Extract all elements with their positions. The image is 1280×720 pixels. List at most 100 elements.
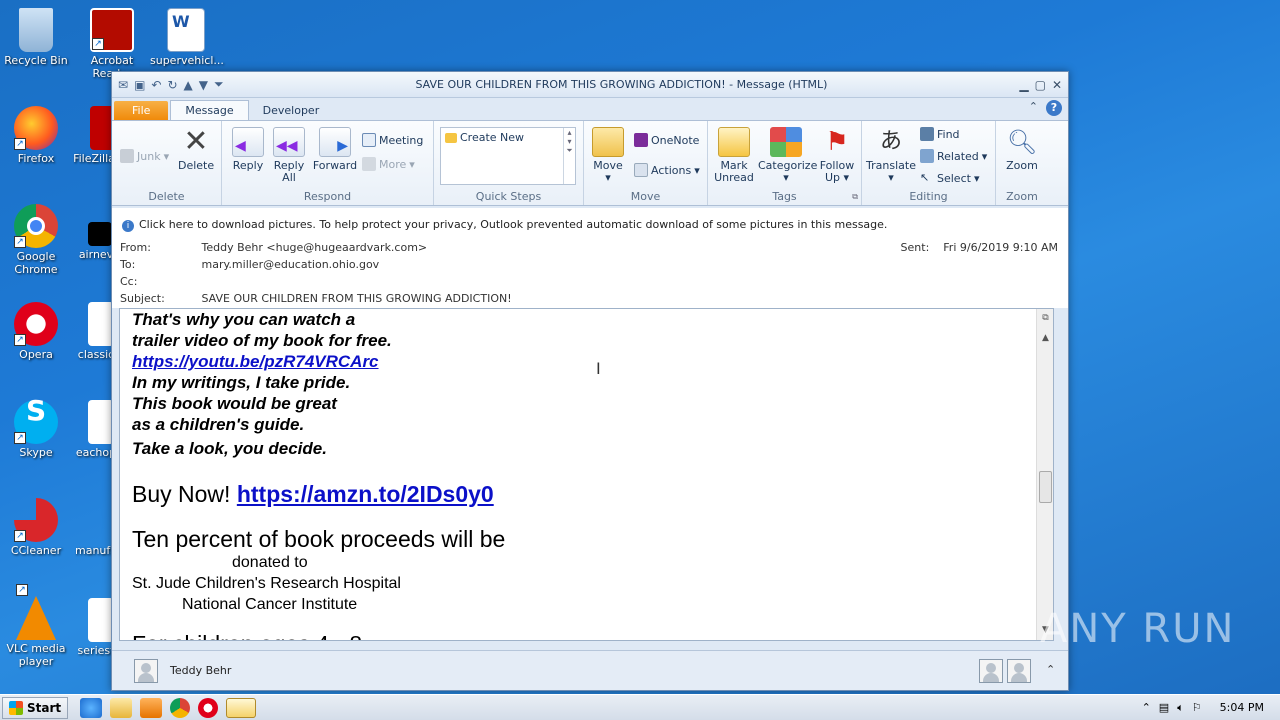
maximize-icon[interactable]: ▢ [1035, 78, 1046, 92]
reply-button[interactable]: ◀ Reply [230, 127, 266, 172]
related-button[interactable]: Related ▾ [920, 149, 987, 163]
contact-avatar[interactable] [1007, 659, 1031, 683]
sent-value: Fri 9/6/2019 9:10 AM [943, 241, 1058, 254]
tab-developer[interactable]: Developer [249, 101, 334, 120]
desktop-icon-opera[interactable]: ↗ Opera [0, 302, 72, 361]
scroll-thumb[interactable] [1039, 471, 1052, 503]
undo-icon[interactable]: ↶ [151, 78, 161, 92]
word-document-icon: W [167, 8, 205, 52]
envelope-icon [718, 127, 750, 157]
mark-unread-button[interactable]: Mark Unread [712, 127, 756, 184]
group-label: Zoom [1006, 190, 1038, 203]
help-icon[interactable]: ? [1046, 100, 1062, 116]
desktop-icon-chrome[interactable]: ↗ Google Chrome [0, 204, 72, 276]
follow-up-button[interactable]: ⚑ Follow Up ▾ [816, 127, 858, 184]
junk-icon [120, 149, 134, 163]
buy-now-line: Buy Now! https://amzn.to/2IDs0y0 [132, 481, 505, 507]
tab-message[interactable]: Message [170, 100, 249, 120]
desktop-icon-vlc[interactable]: ↗ VLC media player [0, 584, 72, 668]
actions-icon [634, 163, 648, 177]
subject-value: SAVE OUR CHILDREN FROM THIS GROWING ADDI… [201, 292, 512, 305]
group-label: Tags [772, 190, 797, 203]
minimize-icon[interactable]: ▁ [1019, 78, 1028, 92]
from-value[interactable]: Teddy Behr <huge@hugeaardvark.com> [202, 241, 428, 254]
collapse-ribbon-icon[interactable]: ⌃ [1029, 100, 1038, 116]
vertical-scrollbar[interactable]: ⧉ ▲ ▼ [1036, 309, 1053, 640]
tags-group: Mark Unread Categorize ▾ ⚑ Follow Up ▾ Ta… [708, 121, 862, 205]
desktop-icon-word-doc[interactable]: W supervehicl... [150, 8, 224, 67]
desktop-icon-label: CCleaner [10, 544, 62, 557]
opera-taskbar-icon[interactable] [198, 697, 219, 718]
create-new-quick-step[interactable]: Create New [445, 131, 524, 144]
quick-steps-gallery[interactable]: Create New ▴ ▾ ⏷ [440, 127, 576, 185]
explorer-folder-icon[interactable] [110, 697, 133, 718]
shortcut-arrow-icon: ↗ [92, 38, 104, 50]
message-content: That's why you can watch a trailer video… [132, 309, 505, 640]
desktop-icon-recycle-bin[interactable]: Recycle Bin [0, 8, 72, 67]
customize-qat-icon[interactable]: ⏷ [214, 77, 224, 92]
message-body[interactable]: That's why you can watch a trailer video… [119, 308, 1054, 641]
contact-avatar[interactable] [979, 659, 1003, 683]
meeting-button[interactable]: Meeting [362, 133, 423, 147]
quick-access-toolbar: ✉ ▣ ↶ ↻ ▲ ▼ ⏷ [118, 77, 224, 92]
desktop-icon-ccleaner[interactable]: ↗ CCleaner [0, 498, 72, 557]
donated-line: donated to [232, 554, 308, 571]
outlook-taskbar-icon[interactable] [226, 697, 257, 718]
start-button[interactable]: Start [2, 696, 69, 719]
action-center-flag-icon[interactable]: ⚐ [1192, 701, 1202, 714]
expand-people-pane-icon[interactable]: ⌃ [1046, 663, 1055, 676]
save-icon[interactable]: ▣ [134, 78, 145, 92]
find-button[interactable]: Find [920, 127, 960, 141]
forward-button[interactable]: ▶ Forward [312, 127, 358, 172]
sender-avatar[interactable] [134, 659, 158, 683]
desktop-icon-skype[interactable]: S ↗ Skype [0, 397, 72, 459]
to-value[interactable]: mary.miller@education.ohio.gov [202, 258, 380, 271]
youtube-link[interactable]: https://youtu.be/pzR74VRCArc [132, 351, 505, 372]
up-arrow-icon[interactable]: ▲ [184, 78, 193, 92]
network-icon[interactable]: ▤ [1159, 701, 1169, 714]
clock-time[interactable]: 5:04 PM [1220, 701, 1264, 714]
junk-button[interactable]: Junk ▾ [120, 149, 169, 163]
select-button[interactable]: ↖ Select ▾ [920, 171, 979, 185]
close-icon[interactable]: ✕ [1052, 78, 1062, 92]
redo-icon[interactable]: ↻ [167, 78, 177, 92]
volume-icon[interactable]: 🔈︎ [1177, 701, 1184, 715]
translate-button[interactable]: あ Translate ▾ [866, 127, 916, 184]
zoom-button[interactable]: 🔍︎ Zoom [1002, 127, 1042, 172]
scroll-up-icon[interactable]: ▲ [1038, 331, 1053, 346]
tray-expand-icon[interactable]: ⌃ [1142, 701, 1151, 714]
gallery-scroll[interactable]: ▴ ▾ ⏷ [563, 128, 575, 184]
down-arrow-icon[interactable]: ▼ [199, 78, 208, 92]
scroll-settings-icon[interactable]: ⧉ [1038, 311, 1053, 326]
cut-off-line: For children ages 4 - 8 [132, 631, 505, 640]
reply-all-icon: ◀◀ [273, 127, 305, 157]
chrome-taskbar-icon[interactable] [170, 697, 191, 718]
more-icon [362, 157, 376, 171]
message-headers: From: Teddy Behr <huge@hugeaardvark.com>… [112, 240, 1068, 308]
categorize-button[interactable]: Categorize ▾ [758, 127, 817, 184]
delete-button[interactable]: ✕ Delete [178, 127, 214, 172]
translate-icon: あ [879, 129, 902, 154]
zoom-group: 🔍︎ Zoom Zoom [996, 121, 1048, 205]
buy-now-text: Buy Now! [132, 481, 231, 507]
ie-icon[interactable] [80, 697, 103, 718]
desktop-icon-label: supervehicl... [150, 54, 224, 67]
download-pictures-infobar[interactable]: i Click here to download pictures. To hel… [112, 208, 1068, 240]
people-pane: Teddy Behr ⌃ [112, 650, 1068, 690]
move-button[interactable]: Move ▾ [590, 127, 626, 184]
desktop-icon-firefox[interactable]: ↗ Firefox [0, 106, 72, 165]
tab-file[interactable]: File [114, 101, 169, 120]
cc-row: Cc: [120, 275, 198, 288]
onenote-button[interactable]: OneNote [634, 133, 699, 147]
desktop-icon-label: Google Chrome [14, 250, 58, 276]
flag-icon: ⚑ [825, 127, 849, 157]
acrobat-icon: ↗ [90, 8, 134, 52]
media-player-icon[interactable] [140, 697, 163, 718]
amazon-link[interactable]: https://amzn.to/2IDs0y0 [237, 481, 494, 507]
actions-button[interactable]: Actions ▾ [634, 163, 700, 177]
dialog-launcher-icon[interactable]: ⧉ [852, 192, 858, 202]
desktop-icon-acrobat[interactable]: ↗ Acrobat Reader [76, 8, 148, 80]
reply-all-button[interactable]: ◀◀ Reply All [270, 127, 308, 184]
people-pane-name[interactable]: Teddy Behr [170, 664, 231, 677]
more-button[interactable]: More ▾ [362, 157, 415, 171]
